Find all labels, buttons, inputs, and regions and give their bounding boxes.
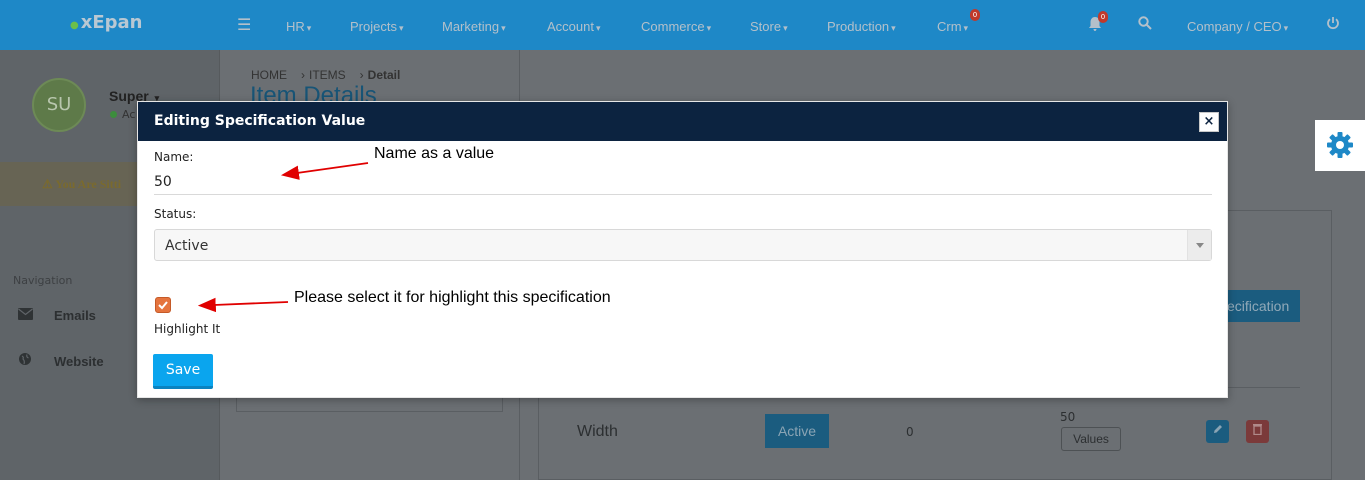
arrow-to-name-field <box>280 162 369 180</box>
arrow-to-checkbox <box>197 297 289 313</box>
annotation-arrows <box>197 162 369 313</box>
